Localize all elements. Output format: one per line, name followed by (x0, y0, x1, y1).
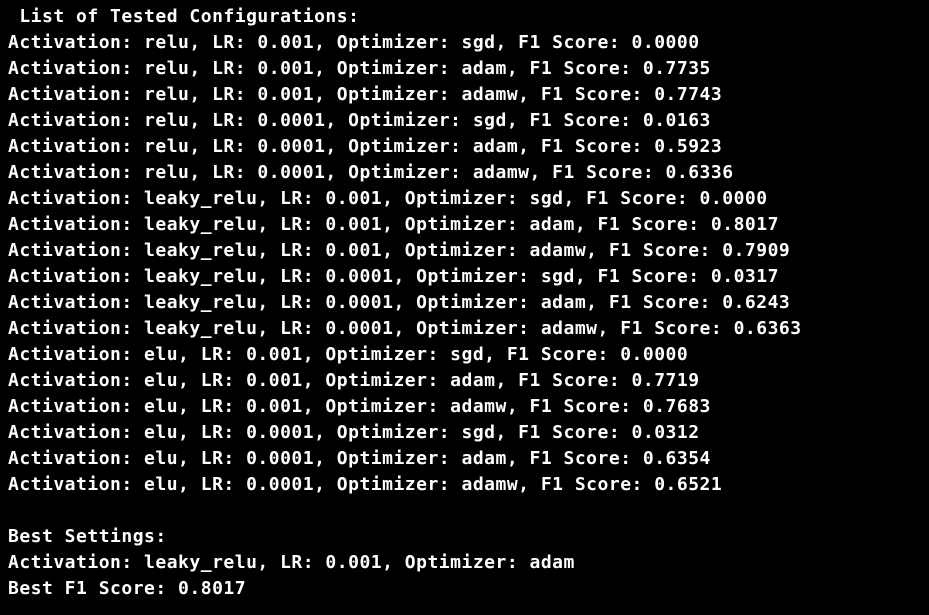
configurations-list: Activation: relu, LR: 0.001, Optimizer: … (8, 30, 929, 498)
config-line: Activation: elu, LR: 0.0001, Optimizer: … (8, 448, 711, 469)
terminal-output: List of Tested Configurations: Activatio… (0, 0, 929, 615)
best-settings-heading: Best Settings: (8, 526, 167, 547)
best-settings-section: Best Settings: Activation: leaky_relu, L… (8, 524, 929, 602)
config-line: Activation: relu, LR: 0.0001, Optimizer:… (8, 162, 734, 183)
best-f1-score: Best F1 Score: 0.8017 (8, 578, 247, 599)
config-line: Activation: leaky_relu, LR: 0.001, Optim… (8, 188, 768, 209)
config-line: Activation: relu, LR: 0.001, Optimizer: … (8, 32, 700, 53)
best-settings-values: Activation: leaky_relu, LR: 0.001, Optim… (8, 552, 575, 573)
config-line: Activation: leaky_relu, LR: 0.001, Optim… (8, 214, 779, 235)
config-line: Activation: elu, LR: 0.001, Optimizer: s… (8, 344, 689, 365)
config-line: Activation: leaky_relu, LR: 0.001, Optim… (8, 240, 791, 261)
config-line: Activation: relu, LR: 0.0001, Optimizer:… (8, 136, 723, 157)
config-line: Activation: leaky_relu, LR: 0.0001, Opti… (8, 318, 802, 339)
config-line: Activation: relu, LR: 0.0001, Optimizer:… (8, 110, 711, 131)
config-line: Activation: relu, LR: 0.001, Optimizer: … (8, 84, 723, 105)
config-line: Activation: elu, LR: 0.001, Optimizer: a… (8, 396, 711, 417)
config-line: Activation: relu, LR: 0.001, Optimizer: … (8, 58, 711, 79)
config-line: Activation: elu, LR: 0.0001, Optimizer: … (8, 422, 700, 443)
config-line: Activation: elu, LR: 0.001, Optimizer: a… (8, 370, 700, 391)
config-line: Activation: leaky_relu, LR: 0.0001, Opti… (8, 292, 791, 313)
config-line: Activation: elu, LR: 0.0001, Optimizer: … (8, 474, 723, 495)
config-line: Activation: leaky_relu, LR: 0.0001, Opti… (8, 266, 779, 287)
configurations-header: List of Tested Configurations: (8, 6, 360, 27)
